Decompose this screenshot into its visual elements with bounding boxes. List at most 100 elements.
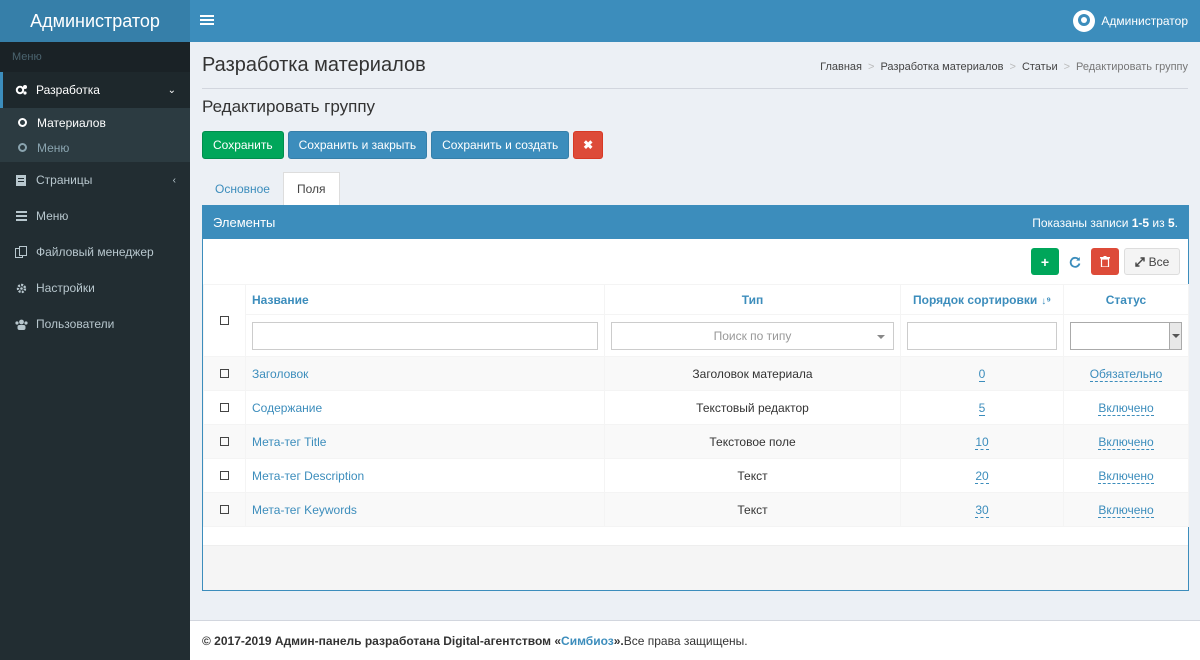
column-header-status: Статус [1063, 284, 1189, 315]
refresh-icon [1069, 256, 1081, 268]
sidebar-header: Меню [0, 42, 190, 72]
footer-rights: Все права защищены. [623, 633, 748, 648]
chevron-left-icon: ‹ [172, 174, 176, 186]
footer-brand-link[interactable]: Симбиоз [561, 634, 614, 648]
file-icon [14, 174, 28, 186]
row-order: 0 [900, 356, 1064, 391]
filter-cell [245, 314, 605, 357]
row-order-editable[interactable]: 20 [975, 468, 989, 484]
sidebar-item-menu[interactable]: Меню [0, 198, 190, 234]
type-filter-select[interactable]: Поиск по типу [611, 321, 894, 350]
elements-panel: Элементы Показаны записи 1-5 из 5. + Все… [202, 205, 1189, 591]
gear-icon [14, 283, 28, 294]
show-all-button[interactable]: Все [1124, 248, 1180, 275]
row-name-link[interactable]: Заголовок [252, 367, 308, 381]
app-logo[interactable]: Администратор [0, 0, 190, 42]
row-status-editable[interactable]: Включено [1098, 400, 1154, 416]
row-name: Мета-тег Keywords [245, 492, 605, 527]
sidebar-item-development[interactable]: Разработка ⌄ [0, 72, 190, 108]
sidebar-item-file-manager[interactable]: Файловый менеджер [0, 234, 190, 270]
sidebar-subitem-menu[interactable]: Меню [0, 135, 190, 160]
row-name-link[interactable]: Мета-тег Title [252, 435, 326, 449]
sidebar-toggle-icon[interactable] [200, 13, 214, 29]
top-navbar: Администратор [190, 0, 1200, 42]
order-filter-input[interactable] [907, 321, 1057, 350]
expand-icon [1134, 256, 1145, 267]
plus-icon: + [1040, 253, 1050, 270]
name-filter-input[interactable] [252, 321, 598, 350]
add-button[interactable]: + [1031, 248, 1059, 275]
fields-table: Название Тип Порядок сортировки ↓⁹ Статус… [203, 284, 1189, 527]
row-name: Содержание [245, 390, 605, 425]
row-order: 5 [900, 390, 1064, 425]
user-name: Администратор [1101, 14, 1188, 28]
avatar [1073, 10, 1096, 32]
row-order-editable[interactable]: 30 [975, 502, 989, 518]
user-menu[interactable]: Администратор [1073, 10, 1188, 32]
row-checkbox-cell [203, 424, 246, 459]
row-name-link[interactable]: Мета-тег Description [252, 469, 364, 483]
row-order-editable[interactable]: 5 [978, 400, 986, 416]
sidebar-item-label: Разработка [36, 83, 100, 97]
breadcrumb-item[interactable]: Разработка материалов [880, 61, 1003, 73]
panel-title: Элементы [213, 215, 276, 230]
row-checkbox[interactable] [220, 436, 229, 446]
sidebar-subitem-label: Меню [37, 140, 70, 155]
row-status: Включено [1063, 390, 1189, 425]
column-header-order[interactable]: Порядок сортировки ↓⁹ [900, 284, 1064, 315]
save-and-close-button[interactable]: Сохранить и закрыть [287, 131, 428, 159]
divider [202, 88, 1188, 89]
page-footer: © 2017-2019 Админ-панель разработана Dig… [190, 620, 1200, 660]
status-filter-select[interactable] [1070, 321, 1182, 350]
row-name-link[interactable]: Мета-тег Keywords [252, 503, 357, 517]
refresh-button[interactable] [1064, 248, 1086, 275]
row-checkbox[interactable] [220, 470, 229, 480]
row-checkbox[interactable] [220, 504, 229, 514]
row-name-link[interactable]: Содержание [252, 401, 322, 415]
breadcrumb-item[interactable]: Статьи [1022, 61, 1058, 73]
row-order-editable[interactable]: 10 [975, 434, 989, 450]
table-row: Заголовок Заголовок материала 0 Обязател… [203, 356, 1189, 391]
tab-fields[interactable]: Поля [282, 172, 340, 205]
select-all-cell [203, 284, 246, 357]
save-button[interactable]: Сохранить [202, 131, 284, 159]
row-name: Заголовок [245, 356, 605, 391]
sidebar-item-users[interactable]: Пользователи [0, 306, 190, 342]
action-buttons: Сохранить Сохранить и закрыть Сохранить … [202, 131, 604, 159]
row-order-editable[interactable]: 0 [978, 366, 986, 382]
row-checkbox[interactable] [220, 368, 229, 378]
row-checkbox-cell [203, 390, 246, 425]
save-and-create-button[interactable]: Сохранить и создать [431, 131, 570, 159]
row-name: Мета-тег Description [245, 458, 605, 493]
page-subtitle: Редактировать группу [202, 97, 376, 116]
main-content: Разработка материалов Главная > Разработ… [190, 42, 1200, 620]
select-all-checkbox[interactable] [220, 315, 229, 325]
row-type: Заголовок материала [604, 356, 901, 391]
row-type: Текст [604, 492, 901, 527]
row-checkbox-cell [203, 492, 246, 527]
row-checkbox-cell [203, 356, 246, 391]
files-icon [14, 246, 28, 258]
delete-button[interactable] [1091, 248, 1119, 275]
row-status-editable[interactable]: Включено [1098, 434, 1154, 450]
row-status-editable[interactable]: Обязательно [1089, 366, 1163, 382]
column-header-type: Тип [604, 284, 901, 315]
breadcrumb-current: Редактировать группу [1076, 61, 1188, 73]
grid-toolbar: + Все [1031, 248, 1180, 275]
tab-general[interactable]: Основное [202, 172, 283, 205]
row-status-editable[interactable]: Включено [1098, 502, 1154, 518]
row-status-editable[interactable]: Включено [1098, 468, 1154, 484]
row-checkbox[interactable] [220, 402, 229, 412]
breadcrumb-item[interactable]: Главная [820, 61, 862, 73]
breadcrumb-separator: > [1063, 61, 1071, 73]
row-name: Мета-тег Title [245, 424, 605, 459]
filter-cell: Поиск по типу [604, 314, 901, 357]
sidebar-item-label: Пользователи [36, 317, 115, 331]
table-row: Мета-тег Description Текст 20 Включено [203, 458, 1189, 493]
sidebar-item-settings[interactable]: Настройки [0, 270, 190, 306]
circle-icon [18, 118, 27, 127]
sidebar-subitem-materials[interactable]: Материалов [0, 110, 190, 135]
column-header-name[interactable]: Название [245, 284, 605, 315]
sidebar-item-pages[interactable]: Страницы ‹ [0, 162, 190, 198]
cancel-button[interactable]: ✖ [573, 131, 604, 159]
